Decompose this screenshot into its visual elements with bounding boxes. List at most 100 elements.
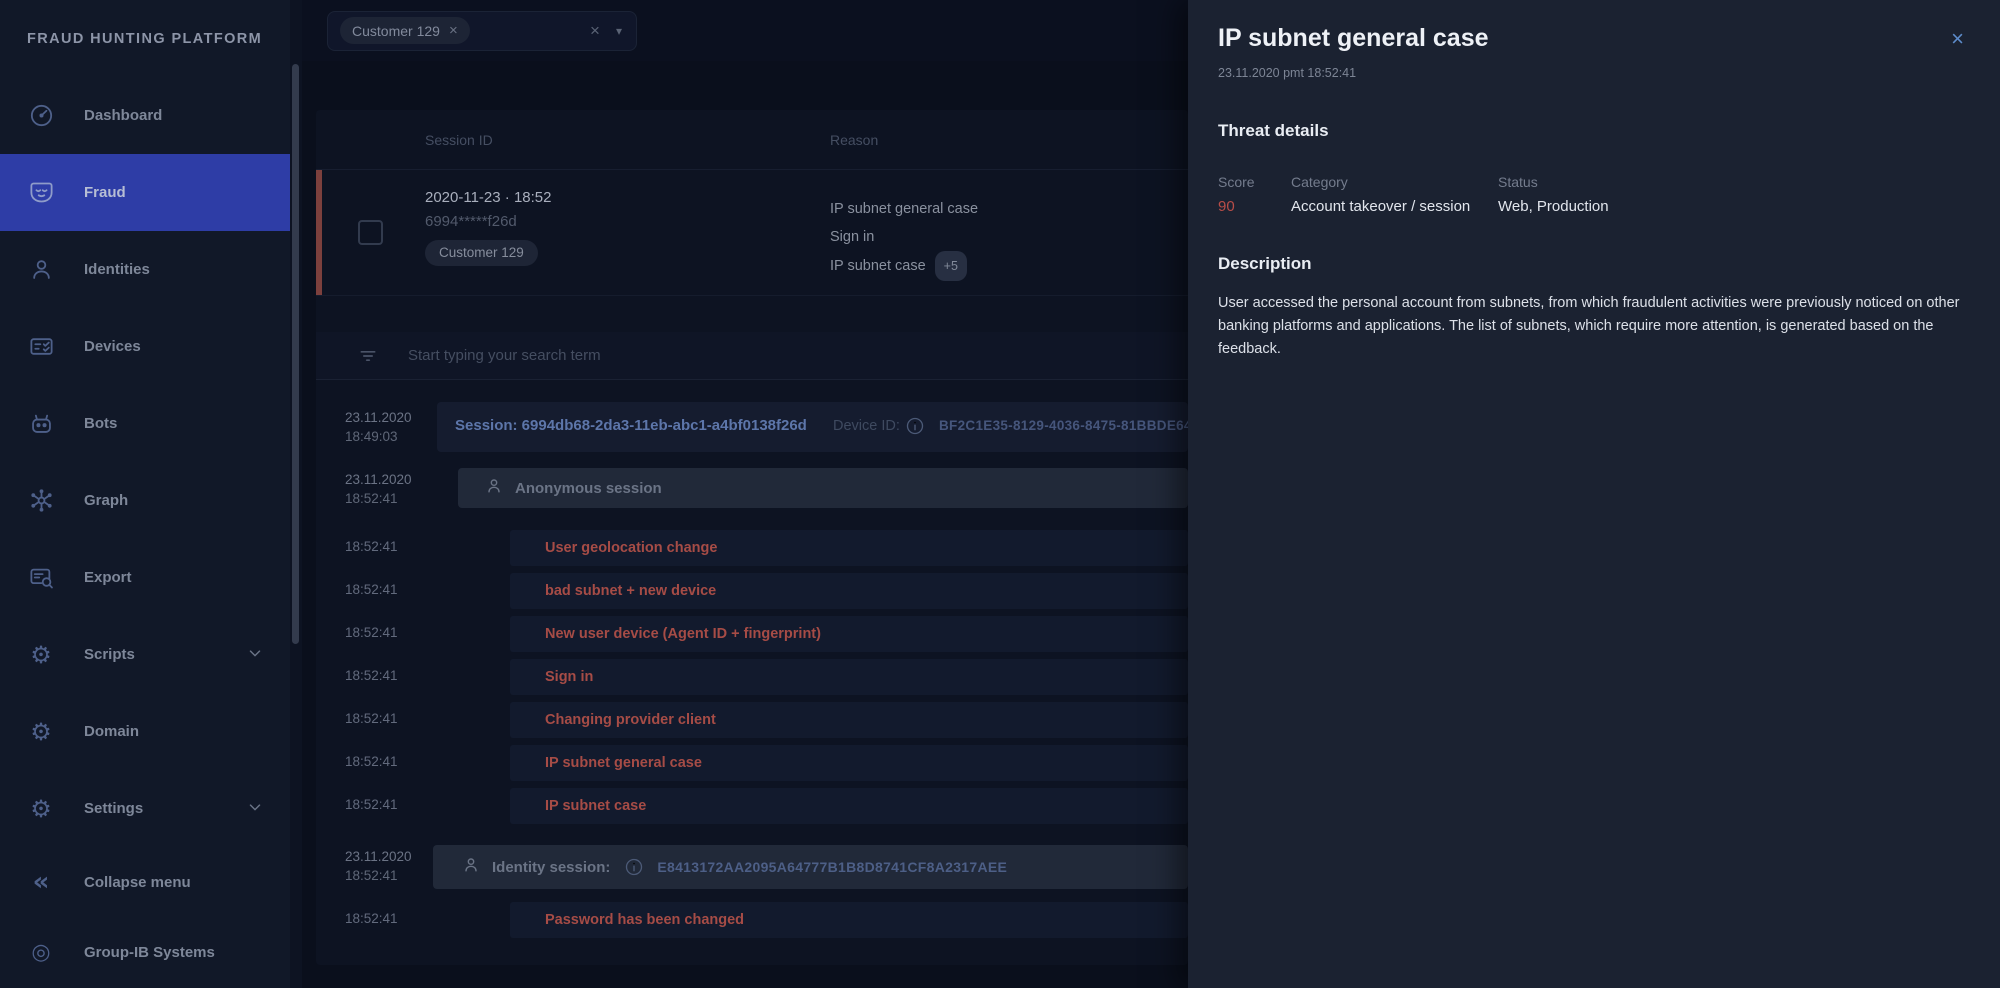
chip-remove-icon[interactable]: ×	[449, 22, 458, 39]
event-label: Changing provider client	[545, 712, 716, 728]
event-bar[interactable]: User geolocation change	[510, 530, 1188, 566]
masked-session-id: 6994*****f26d	[425, 213, 517, 230]
sidebar-item-groupib-systems[interactable]: ◎ Group-IB Systems	[0, 917, 290, 988]
filter-toolbar: Customer 129 × × ▾	[302, 0, 1188, 61]
identity-session-bar[interactable]: Identity session: E8413172AA2095A64777B1…	[433, 845, 1188, 889]
export-search-icon	[26, 563, 56, 593]
status-label: Status	[1498, 174, 1538, 190]
collapse-menu-label: Collapse menu	[84, 873, 191, 891]
event-label: New user device (Agent ID + fingerprint)	[545, 626, 821, 642]
fraud-sessions-card: Session ID Reason 2020-11-23 · 18:52 699…	[316, 110, 1188, 965]
timeline-event-row: 18:52:41 Password has been changed	[316, 902, 1188, 938]
target-circle-icon: ◎	[31, 939, 51, 965]
event-bar[interactable]: IP subnet case	[510, 788, 1188, 824]
session-id-cell: 2020-11-23 · 18:52 6994*****f26d Custome…	[425, 189, 551, 266]
event-label: User geolocation change	[545, 540, 718, 556]
timeline-event-row: 18:52:41 bad subnet + new device	[316, 573, 1188, 609]
sidebar-item-label: Settings	[84, 800, 144, 817]
event-label: bad subnet + new device	[545, 583, 717, 599]
reason-cell: IP subnet general case Sign in IP subnet…	[830, 195, 978, 281]
person-icon	[461, 855, 481, 880]
scrollbar-thumb[interactable]	[292, 64, 299, 644]
more-reasons-badge[interactable]: +5	[934, 251, 967, 281]
anonymous-session-label: Anonymous session	[515, 479, 662, 497]
timeline-event-row: 18:52:41 IP subnet general case	[316, 745, 1188, 781]
score-value: 90	[1218, 198, 1235, 215]
event-bar[interactable]: New user device (Agent ID + fingerprint)	[510, 616, 1188, 652]
session-link[interactable]: Session: 6994db68-2da3-11eb-abc1-a4bf013…	[455, 417, 807, 434]
graph-network-icon	[26, 486, 56, 516]
description-text: User accessed the personal account from …	[1218, 295, 1960, 357]
sidebar-item-graph[interactable]: Graph	[0, 462, 290, 539]
event-label: Password has been changed	[545, 912, 745, 928]
category-value: Account takeover / session	[1291, 198, 1471, 215]
threat-detail-panel: IP subnet general case 23.11.2020 pmt 18…	[1188, 0, 2000, 988]
row-checkbox[interactable]	[358, 220, 383, 245]
sidebar-item-label: Scripts	[84, 646, 135, 663]
status-value: Web, Production	[1498, 198, 1609, 215]
chevron-down-icon	[246, 798, 264, 820]
session-bar: Session: 6994db68-2da3-11eb-abc1-a4bf013…	[437, 402, 1188, 452]
event-bar[interactable]: Changing provider client	[510, 702, 1188, 738]
event-bar[interactable]: Password has been changed	[510, 902, 1188, 938]
sidebar-item-settings[interactable]: ⚙ Settings	[0, 770, 290, 847]
timeline-identity-row: 23.11.2020 18:52:41 Identity session: E8…	[316, 845, 1188, 891]
timestamp: 18:52:41	[345, 754, 398, 769]
category-label: Category	[1291, 174, 1348, 190]
sidebar-item-label: Domain	[84, 723, 140, 740]
dashboard-gauge-icon	[26, 101, 56, 131]
event-label: Sign in	[545, 669, 594, 685]
risk-stripe	[316, 170, 322, 295]
description-heading: Description	[1218, 254, 1312, 273]
sidebar-item-label: Identities	[84, 261, 150, 278]
sidebar-item-devices[interactable]: Devices	[0, 308, 290, 385]
identity-session-hash[interactable]: E8413172AA2095A64777B1B8D8741CF8A2317AEE	[657, 859, 1007, 875]
timestamp: 18:52:41	[345, 711, 398, 726]
score-label: Score	[1218, 174, 1255, 190]
person-icon	[26, 255, 56, 285]
device-id-label: Device ID:	[833, 418, 900, 434]
sidebar-item-label: Graph	[84, 492, 129, 509]
close-icon[interactable]: ×	[1951, 28, 1964, 50]
panel-subtitle: 23.11.2020 pmt 18:52:41	[1218, 66, 1357, 80]
column-reason: Reason	[830, 131, 879, 148]
sidebar-item-domain[interactable]: ⚙ Domain	[0, 693, 290, 770]
app-screen: FRAUD HUNTING PLATFORM Dashboard Fraud I…	[0, 0, 2000, 988]
gear-icon: ⚙	[30, 794, 52, 823]
sidebar-item-identities[interactable]: Identities	[0, 231, 290, 308]
collapse-menu-button[interactable]: « Collapse menu	[0, 847, 290, 917]
reason-line: Sign in	[830, 229, 875, 245]
filter-chip-label: Customer 129	[352, 22, 440, 39]
filter-caret-icon[interactable]: ▾	[616, 24, 622, 38]
device-id-value[interactable]: BF2C1E35-8129-4036-8475-81BBDE64	[939, 418, 1188, 433]
timestamp: 23.11.2020 18:52:41	[345, 472, 412, 506]
app-logo: FRAUD HUNTING PLATFORM	[27, 30, 263, 47]
device-card-icon	[26, 332, 56, 362]
info-icon[interactable]	[624, 857, 644, 877]
info-icon[interactable]	[905, 416, 925, 436]
fraud-mask-icon	[26, 178, 56, 208]
sidebar-item-bots[interactable]: Bots	[0, 385, 290, 462]
sidebar-item-dashboard[interactable]: Dashboard	[0, 77, 290, 154]
timeline-event-row: 18:52:41 Sign in	[316, 659, 1188, 695]
event-bar[interactable]: IP subnet general case	[510, 745, 1188, 781]
anonymous-session-bar[interactable]: Anonymous session	[458, 468, 1188, 508]
timestamp: 18:52:41	[345, 625, 398, 640]
category-column: Category Account takeover / session	[1291, 174, 1498, 215]
sidebar-item-export[interactable]: Export	[0, 539, 290, 616]
timeline-event-row: 18:52:41 New user device (Agent ID + fin…	[316, 616, 1188, 652]
sidebar-item-label: Dashboard	[84, 107, 163, 124]
main-content: Customer 129 × × ▾ Session ID Reason 202…	[302, 0, 1188, 988]
event-bar[interactable]: Sign in	[510, 659, 1188, 695]
filter-clear-icon[interactable]: ×	[590, 21, 600, 41]
search-input[interactable]	[408, 347, 1058, 364]
event-bar[interactable]: bad subnet + new device	[510, 573, 1188, 609]
sidebar-item-fraud[interactable]: Fraud	[0, 154, 290, 231]
reason-line: IP subnet general case	[830, 201, 979, 217]
table-row[interactable]: 2020-11-23 · 18:52 6994*****f26d Custome…	[316, 170, 1188, 296]
gear-icon: ⚙	[30, 717, 52, 746]
event-label: IP subnet general case	[545, 755, 702, 771]
customer-filter-select[interactable]: Customer 129 × × ▾	[327, 10, 637, 51]
filter-lines-icon[interactable]	[346, 338, 390, 374]
sidebar-item-scripts[interactable]: ⚙ Scripts	[0, 616, 290, 693]
